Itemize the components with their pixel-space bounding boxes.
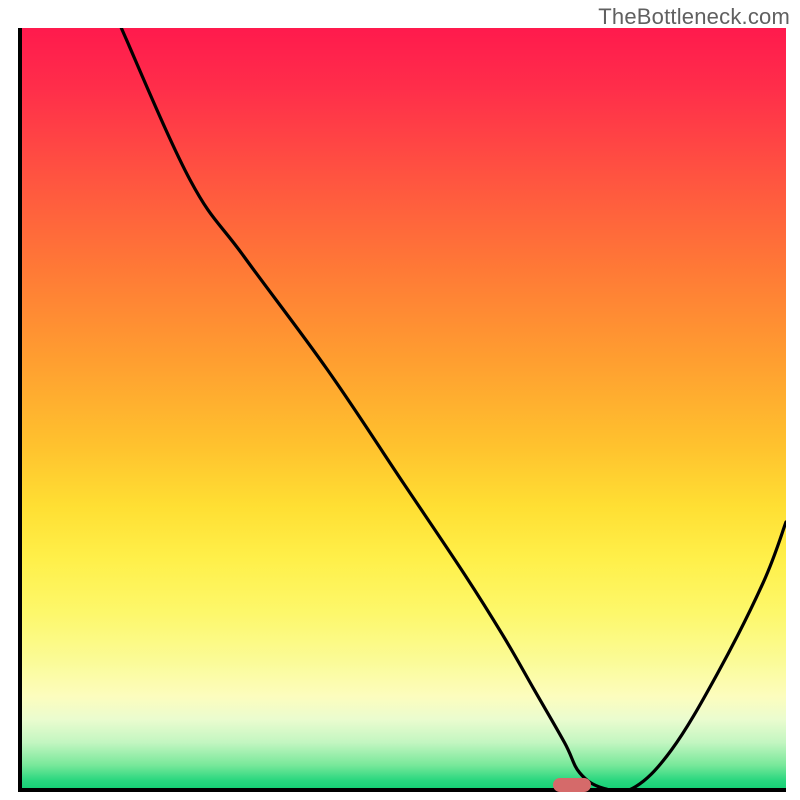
chart-frame <box>18 28 786 792</box>
bottleneck-curve <box>121 28 786 788</box>
watermark-text: TheBottleneck.com <box>598 4 790 30</box>
chart-svg <box>22 28 786 788</box>
optimal-marker <box>553 778 591 792</box>
